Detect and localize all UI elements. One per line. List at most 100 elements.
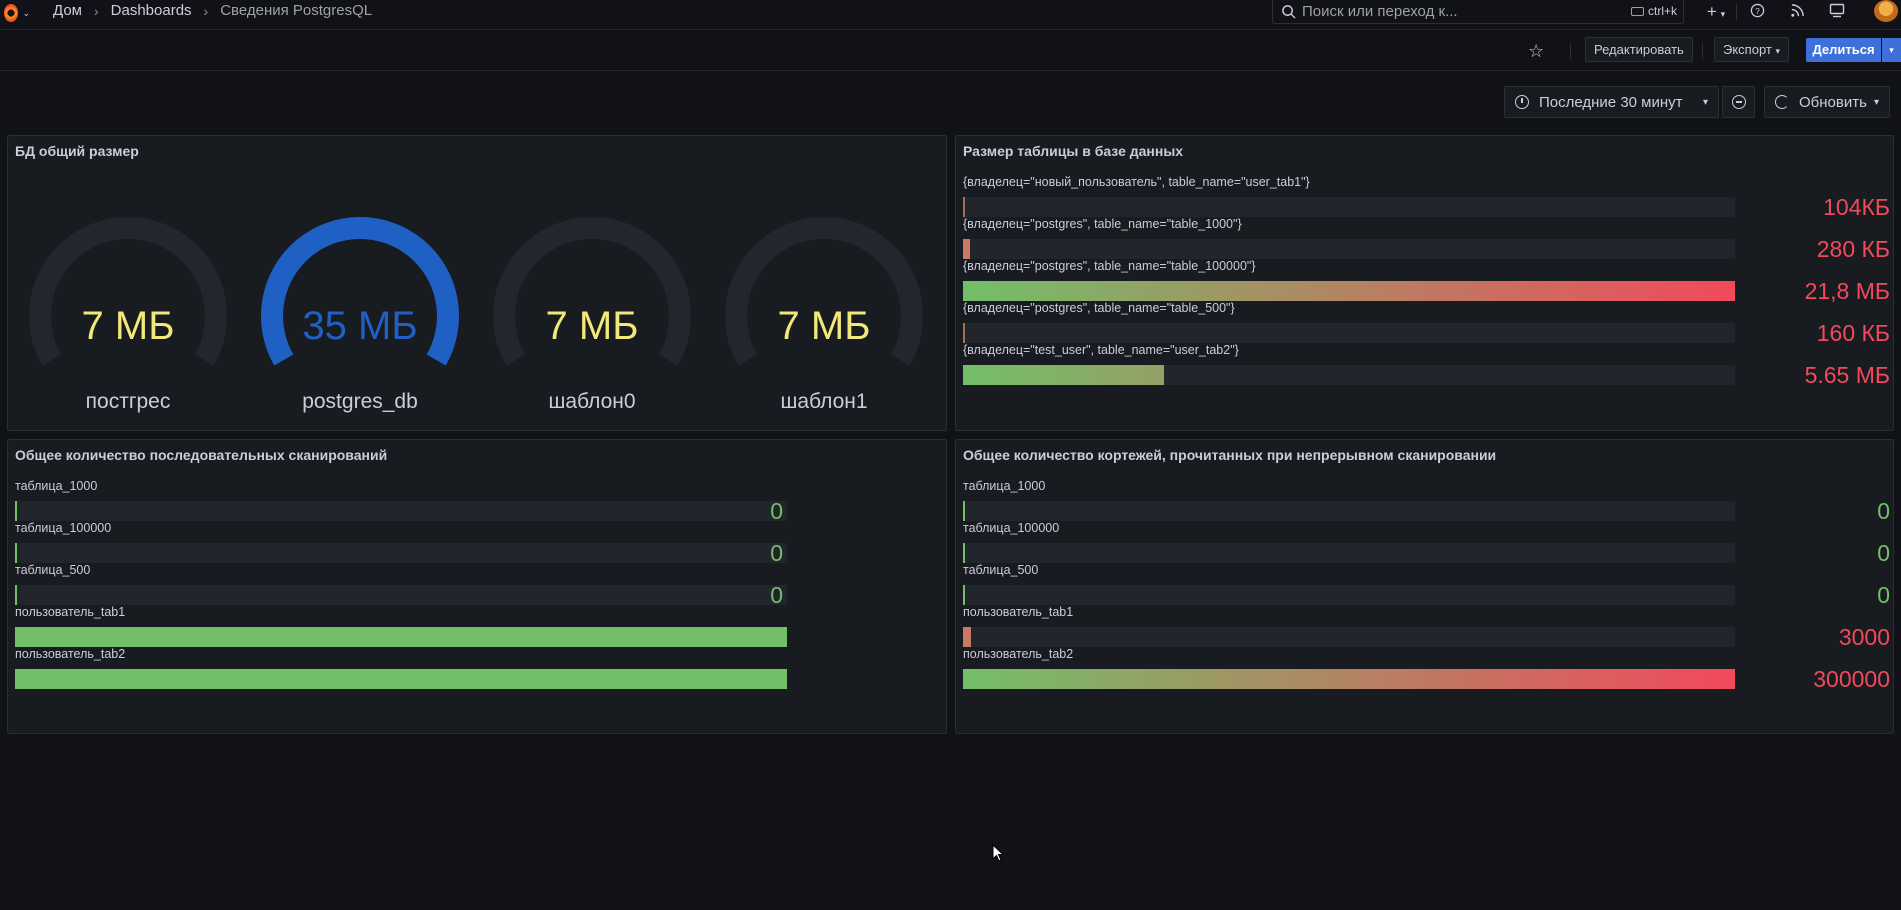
chevron-right-icon: › [203,2,209,19]
bar-gauge-value: 280 КБ [1816,236,1890,262]
gauge-value: 7 МБ [81,304,175,348]
help-icon[interactable]: ? [1737,3,1777,21]
gauge: 7 МБ [28,216,228,366]
zoom-out-icon [1731,95,1746,109]
chevron-right-icon: › [93,2,99,19]
bar-gauge-value: 0 [770,582,783,608]
bar-gauge-value: 21,8 МБ [1804,278,1890,304]
panel-db-total-size[interactable]: БД общий размер 7 МБ постгрес 35 МБ postgre… [7,135,947,431]
bar-gauge-fill [963,627,971,647]
bar-gauge-value: 160 КБ [1816,320,1890,346]
svg-text:?: ? [1755,6,1760,16]
bar-gauge-value: 4 [770,624,783,650]
bar-gauge-track [15,669,787,689]
bar-gauge-value: 3000 [1838,624,1890,650]
bar-gauge-track [963,543,1735,563]
bar-gauge-value: 0 [1877,582,1890,608]
dock-menu-icon[interactable] [1817,3,1857,21]
bar-gauge-label: пользователь_tab1 [963,605,1074,619]
bar-gauge-track [15,543,787,563]
top-navbar: ⌄ Дом › Dashboards › Сведения PostgresQL… [0,0,1901,30]
user-avatar[interactable] [1874,0,1898,22]
chevron-down-icon: ▾ [1775,46,1781,56]
bar-gauge-value: 0 [1877,540,1890,566]
bar-gauge-track [963,627,1735,647]
bar-gauge-fill [963,669,1735,689]
edit-button[interactable]: Редактировать [1585,37,1693,62]
bar-gauge-track [963,669,1735,689]
panel-table-size[interactable]: Размер таблицы в базе данных {владелец="… [955,135,1894,431]
plus-icon: + [1706,2,1717,21]
rss-icon[interactable] [1777,3,1817,21]
bar-gauge-label: таблица_500 [963,563,1039,577]
bar-gauge-value: 0 [1877,498,1890,524]
gauge: 7 МБ [724,216,924,366]
bar-gauge-label: таблица_500 [15,563,91,577]
zoom-out-button[interactable] [1722,86,1755,118]
chevron-down-icon: ▾ [1873,96,1879,108]
chevron-down-icon: ▾ [1720,9,1726,19]
bar-gauge-label: {владелец="postgres", table_name="table_… [963,217,1242,231]
bar-gauge-fill [963,585,965,605]
keyboard-icon [1630,6,1644,16]
bar-gauge-track [963,323,1735,343]
bar-gauge-label: таблица_100000 [15,521,112,535]
share-dropdown-chevron-icon[interactable]: ▾ [1882,38,1901,62]
bar-gauge-value: 300000 [1813,666,1890,692]
gauge-label: шаблон1 [780,390,868,413]
panel-tuples-read[interactable]: Общее количество кортежей, прочитанных п… [955,439,1894,734]
bar-gauge-label: пользователь_tab2 [963,647,1074,661]
grafana-logo[interactable]: ⌄ [4,2,30,24]
bar-gauge-value: 0 [770,540,783,566]
bar-gauge-value: 104КБ [1823,194,1890,220]
add-new-button[interactable]: + ▾ [1696,2,1736,22]
share-button[interactable]: Делиться [1806,38,1881,62]
search-icon [1282,5,1296,19]
search-shortcut-label: ctrl+k [1647,4,1677,18]
breadcrumb-dashboards[interactable]: Dashboards [111,2,192,19]
bar-gauge-track [963,365,1735,385]
time-range-label: Последние 30 минут [1539,93,1683,111]
search-input[interactable]: Поиск или переход к... ctrl+k [1272,0,1684,24]
gauge-value: 7 МБ [545,304,639,348]
export-button[interactable]: Экспорт ▾ [1714,37,1790,62]
star-icon[interactable]: ☆ [1528,41,1544,62]
bar-gauge-label: таблица_1000 [963,479,1046,493]
panel-title: Общее количество кортежей, прочитанных п… [963,447,1497,463]
mouse-cursor-icon [992,844,1004,862]
top-icons: + ▾ ? [1696,0,1857,24]
bar-gauge-fill [963,197,965,217]
time-range-picker[interactable]: Последние 30 минут ▾ [1504,86,1719,118]
divider [1702,43,1703,59]
panel-sequential-scans[interactable]: Общее количество последовательных сканир… [7,439,947,734]
refresh-icon [1775,95,1789,109]
chevron-down-icon: ▾ [1702,96,1708,108]
grafana-logo-icon [4,4,19,22]
bar-gauge-track [963,239,1735,259]
bar-gauge-label: пользователь_tab1 [15,605,126,619]
bar-gauge-fill [15,543,17,563]
bar-gauge-fill [15,501,17,521]
refresh-button[interactable]: Обновить ▾ [1764,86,1890,118]
bar-gauge-track [15,585,787,605]
breadcrumb-home[interactable]: Дом [53,2,82,19]
bar-gauge-track [963,197,1735,217]
bar-gauge-fill [963,239,970,259]
bar-gauge-fill [963,543,965,563]
gauge: 7 МБ [492,216,692,366]
gauge-value: 35 МБ [302,304,418,348]
panel-title: Общее количество последовательных сканир… [15,447,388,463]
bar-gauge-fill [15,585,17,605]
breadcrumb: Дом › Dashboards › Сведения PostgresQL [53,2,372,19]
panel-title: БД общий размер [15,143,139,159]
dashboard-toolbar: ☆ Редактировать Экспорт ▾ Делиться ▾ [0,31,1901,71]
bar-gauge-track [15,627,787,647]
bar-gauge-track [15,501,787,521]
bar-gauge-fill [15,627,787,647]
bar-gauge-fill [963,281,1735,301]
bar-gauge-label: таблица_100000 [963,521,1060,535]
export-label: Экспорт [1723,42,1772,57]
gauge-label: шаблон0 [548,390,636,413]
clock-icon [1515,95,1529,109]
bar-gauge-fill [963,323,965,343]
